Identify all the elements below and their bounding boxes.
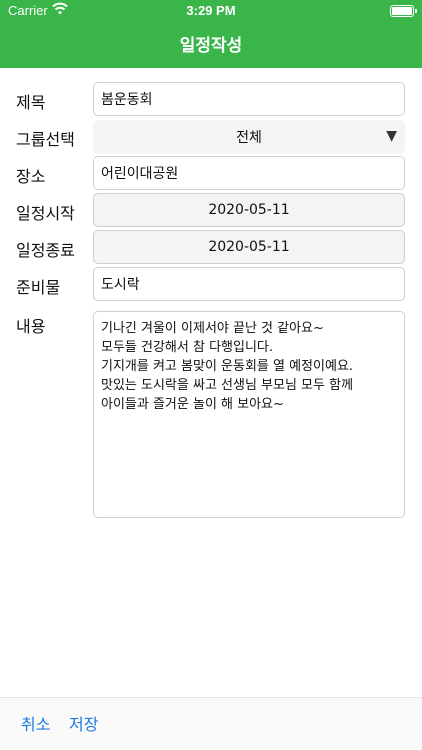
bottom-toolbar: 취소 저장	[0, 697, 422, 750]
start-date-picker[interactable]: 2020-05-11	[93, 193, 405, 227]
dropdown-arrow-icon: ▼	[386, 128, 397, 144]
group-select[interactable]: 전체 ▼	[93, 120, 405, 154]
start-label: 일정시작	[16, 204, 75, 223]
content-textarea[interactable]: 기나긴 겨울이 이제서야 끝난 것 같아요~ 모두들 건강해서 참 다행입니다.…	[93, 311, 405, 518]
nav-bar: Carrier 3:29 PM 일정작성	[0, 0, 422, 68]
battery-icon	[390, 5, 417, 17]
page-title: 일정작성	[179, 36, 243, 56]
group-label: 그룹선택	[16, 130, 75, 149]
group-select-value: 전체	[236, 130, 262, 146]
title-label: 제목	[16, 93, 46, 112]
status-bar: Carrier 3:29 PM	[0, 0, 422, 22]
end-date-picker[interactable]: 2020-05-11	[93, 230, 405, 264]
cancel-button[interactable]: 취소	[21, 711, 50, 735]
clock: 3:29 PM	[186, 3, 236, 18]
prep-input[interactable]: 도시락	[93, 267, 405, 301]
end-label: 일정종료	[16, 241, 75, 260]
place-input[interactable]: 어린이대공원	[93, 156, 405, 190]
place-label: 장소	[16, 167, 46, 186]
title-input[interactable]: 봄운동회	[93, 82, 405, 116]
content-label: 내용	[16, 317, 46, 336]
save-button[interactable]: 저장	[69, 711, 98, 735]
prep-label: 준비물	[16, 278, 61, 297]
